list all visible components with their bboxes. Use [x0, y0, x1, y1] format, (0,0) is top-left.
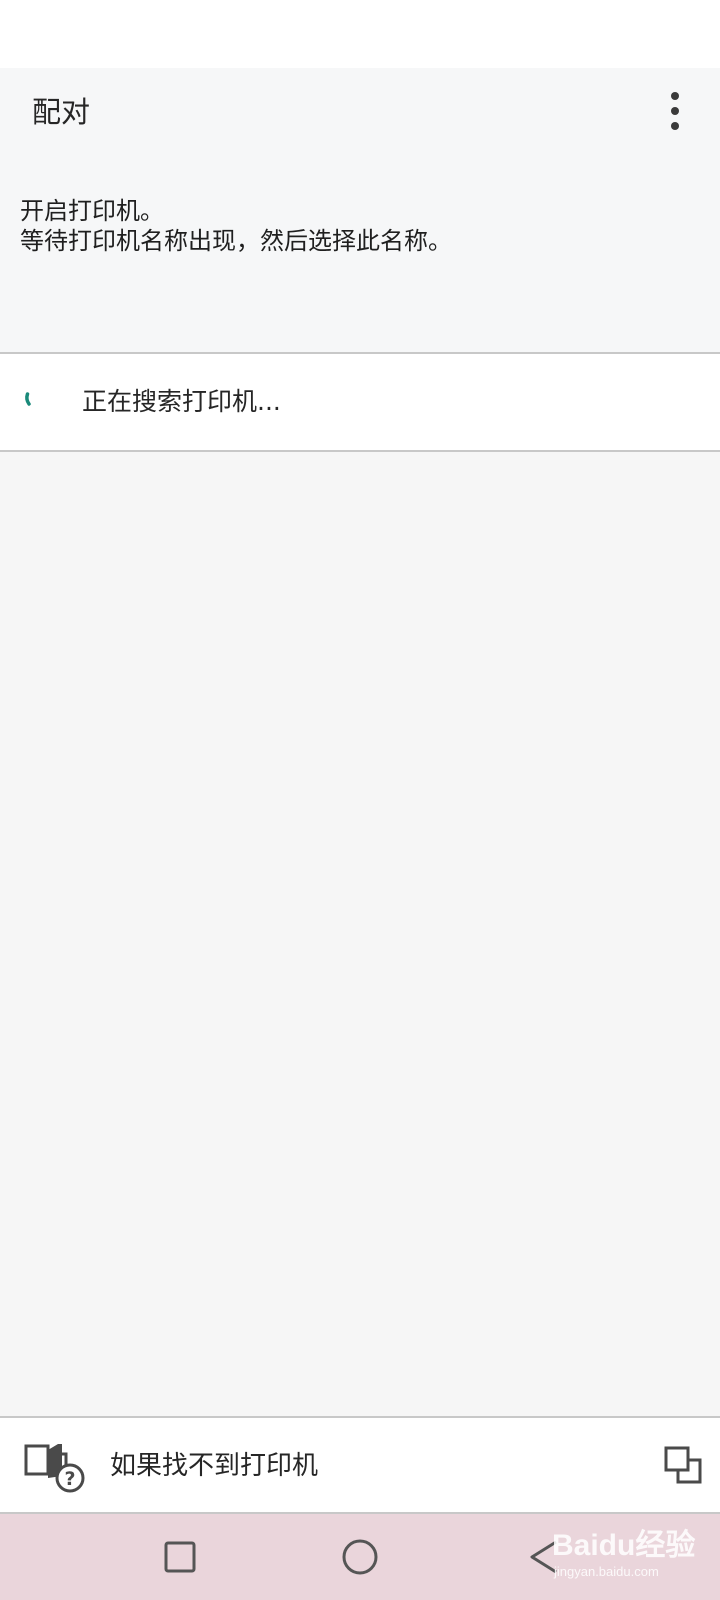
app-bar: 配对 [0, 68, 720, 160]
more-vert-icon-dot [671, 107, 679, 115]
printer-help-icon: ? [24, 1444, 85, 1493]
open-external-icon[interactable] [664, 1446, 704, 1486]
more-vert-icon [671, 92, 679, 100]
search-status-row: 正在搜索打印机... [0, 354, 720, 450]
circle-home-icon[interactable] [335, 1532, 385, 1582]
more-options-button[interactable] [654, 86, 698, 136]
loading-spinner-icon [25, 392, 31, 406]
instructions-panel: 开启打印机。 等待打印机名称出现，然后选择此名称。 [0, 160, 720, 352]
printer-not-found-label: 如果找不到打印机 [110, 1451, 319, 1481]
printer-not-found-help-row[interactable]: ? 如果找不到打印机 [0, 1418, 720, 1514]
svg-text:?: ? [64, 1468, 75, 1490]
square-recents-icon[interactable] [155, 1532, 205, 1582]
instruction-line-1: 开启打印机。 [20, 197, 164, 225]
printer-results-list [0, 452, 720, 1416]
status-bar [0, 0, 720, 68]
triangle-back-icon[interactable] [520, 1532, 570, 1582]
search-status-text: 正在搜索打印机... [82, 387, 281, 416]
page-title: 配对 [32, 95, 91, 129]
more-vert-icon-dot [671, 122, 679, 130]
system-navigation-bar [0, 1514, 720, 1600]
instruction-line-2: 等待打印机名称出现，然后选择此名称。 [20, 227, 452, 255]
